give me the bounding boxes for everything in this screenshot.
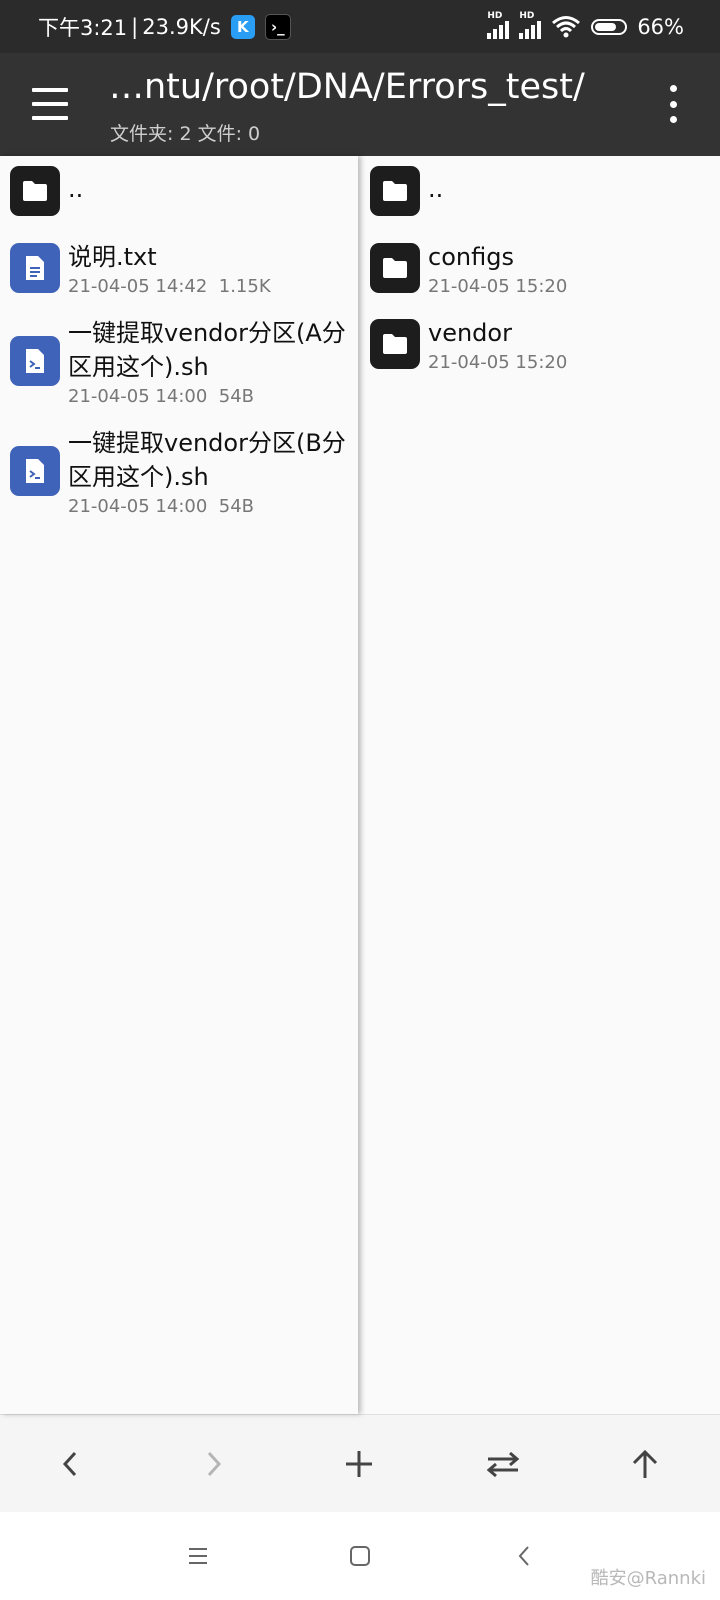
status-net-speed: 23.9K/s — [142, 14, 221, 39]
list-item[interactable]: configs 21-04-05 15:20 — [360, 240, 720, 302]
file-name: 一键提取vendor分区(A分区用这个).sh — [68, 319, 346, 381]
list-item[interactable]: 说明.txt 21-04-05 14:42 1.15K — [0, 240, 358, 302]
status-separator: | — [131, 14, 139, 39]
status-right: HD HD 66% — [487, 0, 684, 53]
battery-icon — [591, 18, 628, 35]
terminal-notification-icon: ›_ — [264, 13, 291, 40]
wifi-icon — [552, 15, 581, 37]
left-pane: .. 说明.txt 21-04-05 14:42 1.15K 一键提取vendo… — [0, 156, 358, 1414]
forward-icon[interactable] — [188, 1439, 238, 1489]
signal-2-icon: HD — [519, 11, 542, 39]
more-options-icon[interactable] — [666, 85, 680, 123]
signal-1-icon: HD — [487, 11, 510, 39]
system-nav-bar: 酷安@Rannki — [0, 1512, 720, 1600]
swap-icon[interactable] — [478, 1439, 528, 1489]
file-name: 说明.txt — [68, 243, 157, 271]
folder-icon — [10, 166, 60, 216]
path-title: …ntu/root/DNA/Errors_test/ — [109, 67, 585, 107]
up-icon[interactable] — [620, 1439, 670, 1489]
file-meta: 21-04-05 14:00 54B — [68, 386, 254, 407]
script-icon — [10, 446, 60, 496]
hd-label-1: HD — [487, 10, 503, 21]
home-icon[interactable] — [338, 1534, 382, 1578]
battery-percent: 66% — [637, 14, 684, 39]
file-meta: 21-04-05 14:00 54B — [68, 496, 254, 517]
file-name: .. — [68, 175, 84, 203]
nav-back-icon[interactable] — [502, 1534, 546, 1578]
back-icon[interactable] — [46, 1439, 96, 1489]
watermark: 酷安@Rannki — [590, 1568, 706, 1589]
status-bar: 下午3:21 | 23.9K/s K ›_ HD HD 66% — [0, 0, 720, 53]
right-pane: .. configs 21-04-05 15:20 vendor 21-04-0… — [360, 156, 720, 1414]
bottom-toolbar — [0, 1414, 720, 1513]
file-name: 一键提取vendor分区(B分区用这个).sh — [68, 429, 346, 491]
menu-icon[interactable] — [32, 88, 68, 120]
list-item[interactable]: 一键提取vendor分区(A分区用这个).sh 21-04-05 14:00 5… — [0, 316, 358, 416]
recents-menu-icon[interactable] — [176, 1534, 220, 1578]
script-icon — [10, 336, 60, 386]
add-icon[interactable] — [334, 1439, 384, 1489]
file-name: .. — [428, 175, 444, 203]
file-name: vendor — [428, 319, 512, 347]
list-item[interactable]: vendor 21-04-05 15:20 — [360, 316, 720, 378]
folder-icon — [370, 319, 420, 369]
status-left: 下午3:21 | 23.9K/s K ›_ — [38, 0, 291, 53]
list-item-parent[interactable]: .. — [0, 166, 358, 228]
folder-icon — [370, 243, 420, 293]
document-icon — [10, 243, 60, 293]
file-meta: 21-04-05 15:20 — [428, 276, 568, 297]
folder-file-count: 文件夹: 2 文件: 0 — [110, 123, 261, 145]
app-bar: …ntu/root/DNA/Errors_test/ 文件夹: 2 文件: 0 — [0, 53, 720, 156]
app-notification-icon: K — [230, 14, 255, 39]
hd-label-2: HD — [519, 10, 535, 21]
list-item[interactable]: 一键提取vendor分区(B分区用这个).sh 21-04-05 14:00 5… — [0, 426, 358, 526]
folder-icon — [370, 166, 420, 216]
status-time: 下午3:21 — [38, 15, 128, 40]
file-meta: 21-04-05 15:20 — [428, 352, 568, 373]
file-name: configs — [428, 243, 514, 271]
list-item-parent[interactable]: .. — [360, 166, 720, 228]
file-meta: 21-04-05 14:42 1.15K — [68, 276, 271, 297]
